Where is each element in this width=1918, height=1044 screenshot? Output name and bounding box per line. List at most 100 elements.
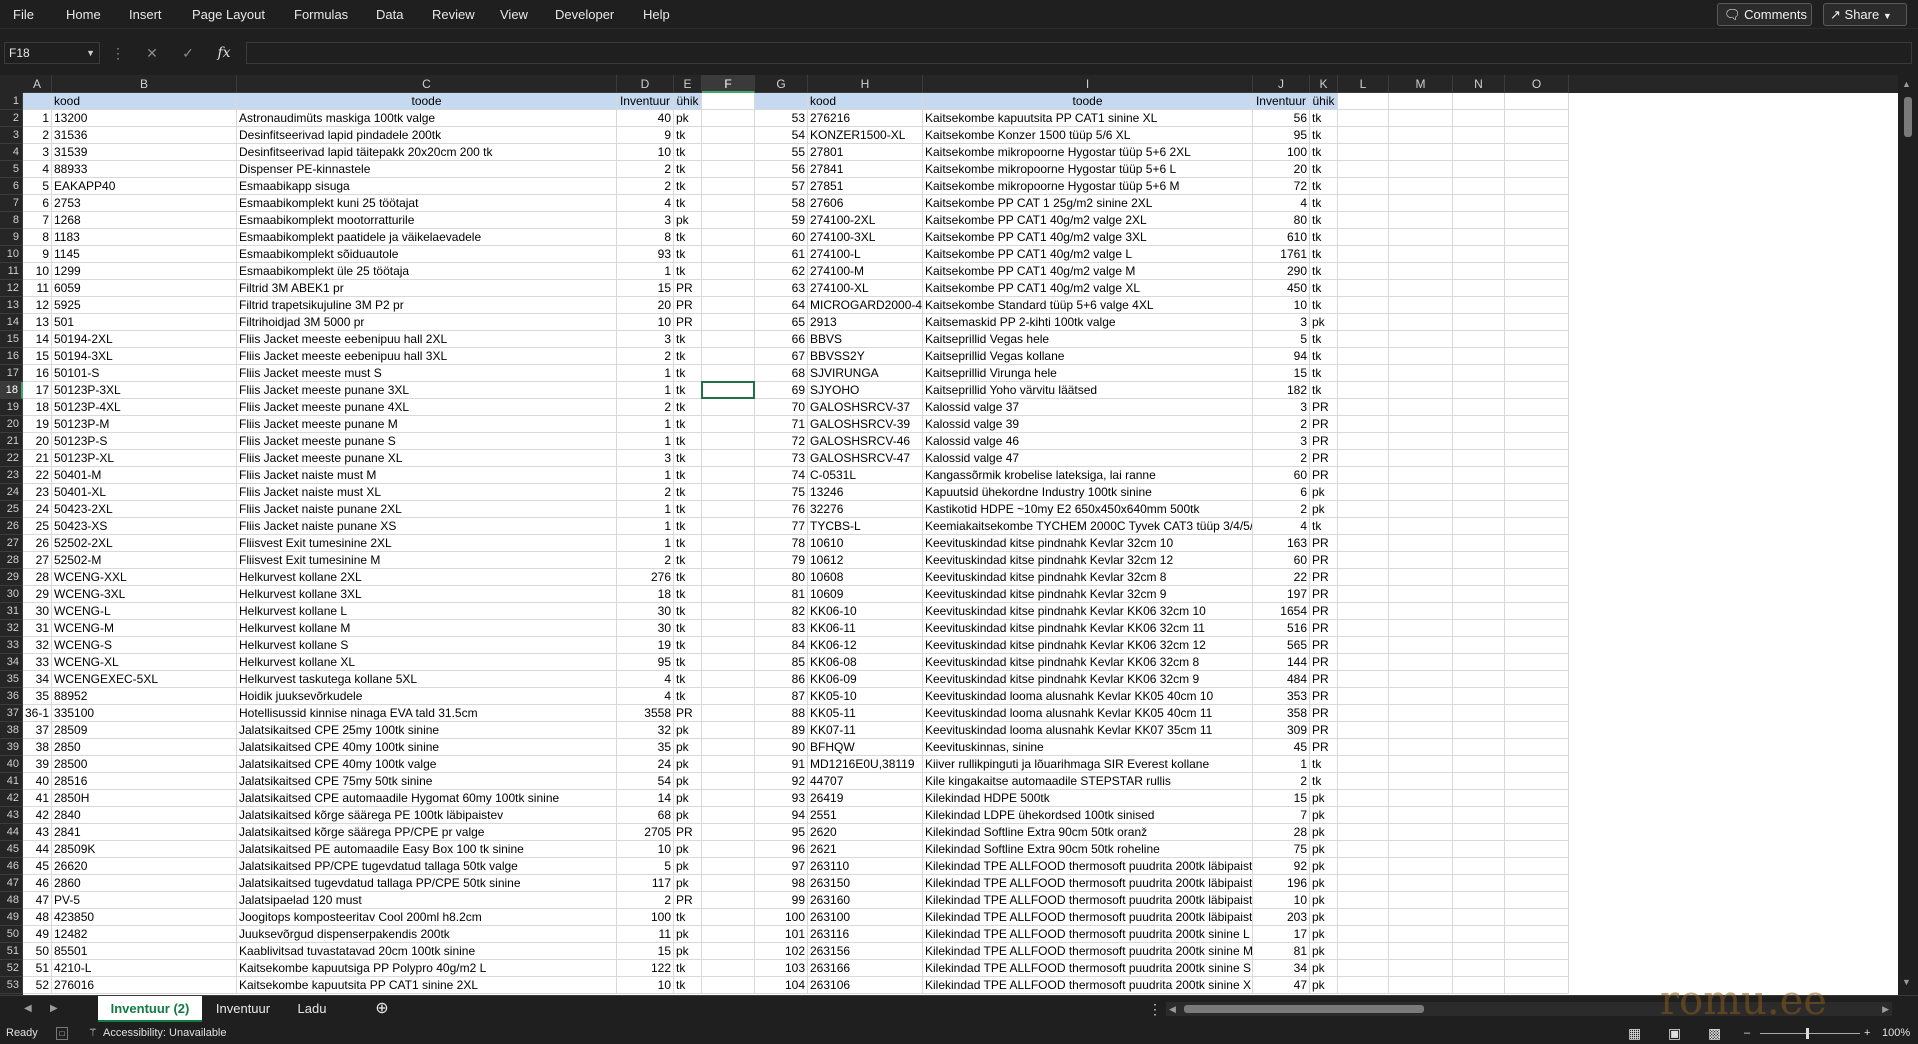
cell-n22[interactable] (1453, 450, 1505, 467)
cell-e49[interactable]: tk (674, 909, 702, 926)
cell-j10[interactable]: 1761 (1253, 246, 1310, 263)
cell-j37[interactable]: 358 (1253, 705, 1310, 722)
cell-b19[interactable]: 50123P-4XL (52, 399, 237, 416)
cell-m33[interactable] (1389, 637, 1453, 654)
cell-e35[interactable]: tk (674, 671, 702, 688)
cell-e28[interactable]: tk (674, 552, 702, 569)
cell-d27[interactable]: 1 (617, 535, 674, 552)
cell-c24[interactable]: Fliis Jacket naiste must XL (237, 484, 617, 501)
cell-h24[interactable]: 13246 (808, 484, 923, 501)
cell-i10[interactable]: Kaitsekombe PP CAT1 40g/m2 valge L (923, 246, 1253, 263)
cell-h52[interactable]: 263166 (808, 960, 923, 977)
cell-e2[interactable]: pk (674, 110, 702, 127)
cell-k49[interactable]: pk (1310, 909, 1338, 926)
cell-g27[interactable]: 78 (755, 535, 808, 552)
cell-l21[interactable] (1338, 433, 1389, 450)
cell-j2[interactable]: 56 (1253, 110, 1310, 127)
cell-o51[interactable] (1505, 943, 1569, 960)
cell-o28[interactable] (1505, 552, 1569, 569)
cell-m45[interactable] (1389, 841, 1453, 858)
cell-j39[interactable]: 45 (1253, 739, 1310, 756)
tab-file[interactable]: File (13, 0, 34, 29)
cell-j48[interactable]: 10 (1253, 892, 1310, 909)
cell-l47[interactable] (1338, 875, 1389, 892)
cell-h23[interactable]: C-0531L (808, 467, 923, 484)
cell-f36[interactable] (702, 688, 755, 705)
cell-k3[interactable]: tk (1310, 127, 1338, 144)
cell-i49[interactable]: Kilekindad TPE ALLFOOD thermosoft puudri… (923, 909, 1253, 926)
cell-h35[interactable]: KK06-09 (808, 671, 923, 688)
column-header-g[interactable]: G (755, 75, 808, 93)
cell-i25[interactable]: Kastikotid HDPE ~10my E2 650x450x640mm 5… (923, 501, 1253, 518)
cell-n8[interactable] (1453, 212, 1505, 229)
cell-k5[interactable]: tk (1310, 161, 1338, 178)
macro-record-icon[interactable]: □ (56, 1027, 68, 1040)
cell-k35[interactable]: PR (1310, 671, 1338, 688)
cell-k31[interactable]: PR (1310, 603, 1338, 620)
cell-m9[interactable] (1389, 229, 1453, 246)
cell-f9[interactable] (702, 229, 755, 246)
cell-c29[interactable]: Helkurvest kollane 2XL (237, 569, 617, 586)
cell-n34[interactable] (1453, 654, 1505, 671)
cell-n4[interactable] (1453, 144, 1505, 161)
cell-k16[interactable]: tk (1310, 348, 1338, 365)
cell-n5[interactable] (1453, 161, 1505, 178)
name-box[interactable]: F18 ▼ (4, 42, 100, 64)
cell-e3[interactable]: tk (674, 127, 702, 144)
cell-h44[interactable]: 2620 (808, 824, 923, 841)
cell-i8[interactable]: Kaitsekombe PP CAT1 40g/m2 valge 2XL (923, 212, 1253, 229)
cell-f4[interactable] (702, 144, 755, 161)
add-sheet-icon[interactable]: ⊕ (368, 996, 396, 1022)
cell-i7[interactable]: Kaitsekombe PP CAT 1 25g/m2 sinine 2XL (923, 195, 1253, 212)
cell-j20[interactable]: 2 (1253, 416, 1310, 433)
tab-developer[interactable]: Developer (555, 0, 614, 29)
cell-c32[interactable]: Helkurvest kollane M (237, 620, 617, 637)
cell-n33[interactable] (1453, 637, 1505, 654)
column-header-k[interactable]: K (1310, 75, 1338, 93)
cell-o19[interactable] (1505, 399, 1569, 416)
cell-k22[interactable]: PR (1310, 450, 1338, 467)
cell-o4[interactable] (1505, 144, 1569, 161)
cell-e1[interactable]: ühik (674, 93, 702, 110)
cell-b25[interactable]: 50423-2XL (52, 501, 237, 518)
cell-e18[interactable]: tk (674, 382, 702, 399)
cell-a52[interactable]: 51 (23, 960, 52, 977)
cell-b24[interactable]: 50401-XL (52, 484, 237, 501)
cell-f46[interactable] (702, 858, 755, 875)
cell-m51[interactable] (1389, 943, 1453, 960)
cell-o37[interactable] (1505, 705, 1569, 722)
cell-f22[interactable] (702, 450, 755, 467)
cell-n49[interactable] (1453, 909, 1505, 926)
row-header-21[interactable]: 21 (0, 433, 23, 450)
tab-home[interactable]: Home (66, 0, 101, 29)
cell-i37[interactable]: Keevituskindad looma alusnahk Kevlar KK0… (923, 705, 1253, 722)
cell-o53[interactable] (1505, 977, 1569, 994)
column-header-f[interactable]: F (702, 75, 755, 93)
column-header-h[interactable]: H (808, 75, 923, 93)
sheet-tab-inventuur-2[interactable]: Inventuur (2) (98, 996, 202, 1022)
cell-f25[interactable] (702, 501, 755, 518)
cell-f52[interactable] (702, 960, 755, 977)
cell-f48[interactable] (702, 892, 755, 909)
cell-f44[interactable] (702, 824, 755, 841)
cell-m43[interactable] (1389, 807, 1453, 824)
cell-m32[interactable] (1389, 620, 1453, 637)
cell-h22[interactable]: GALOSHSRCV-47 (808, 450, 923, 467)
cell-k4[interactable]: tk (1310, 144, 1338, 161)
row-header-6[interactable]: 6 (0, 178, 23, 195)
cell-l8[interactable] (1338, 212, 1389, 229)
cell-g37[interactable]: 88 (755, 705, 808, 722)
cell-b10[interactable]: 1145 (52, 246, 237, 263)
cell-n32[interactable] (1453, 620, 1505, 637)
cell-o9[interactable] (1505, 229, 1569, 246)
cell-g12[interactable]: 63 (755, 280, 808, 297)
cell-g30[interactable]: 81 (755, 586, 808, 603)
cell-d41[interactable]: 54 (617, 773, 674, 790)
cell-m50[interactable] (1389, 926, 1453, 943)
cell-n51[interactable] (1453, 943, 1505, 960)
cell-n2[interactable] (1453, 110, 1505, 127)
cell-b14[interactable]: 501 (52, 314, 237, 331)
row-header-38[interactable]: 38 (0, 722, 23, 739)
cell-e17[interactable]: tk (674, 365, 702, 382)
cell-d16[interactable]: 2 (617, 348, 674, 365)
